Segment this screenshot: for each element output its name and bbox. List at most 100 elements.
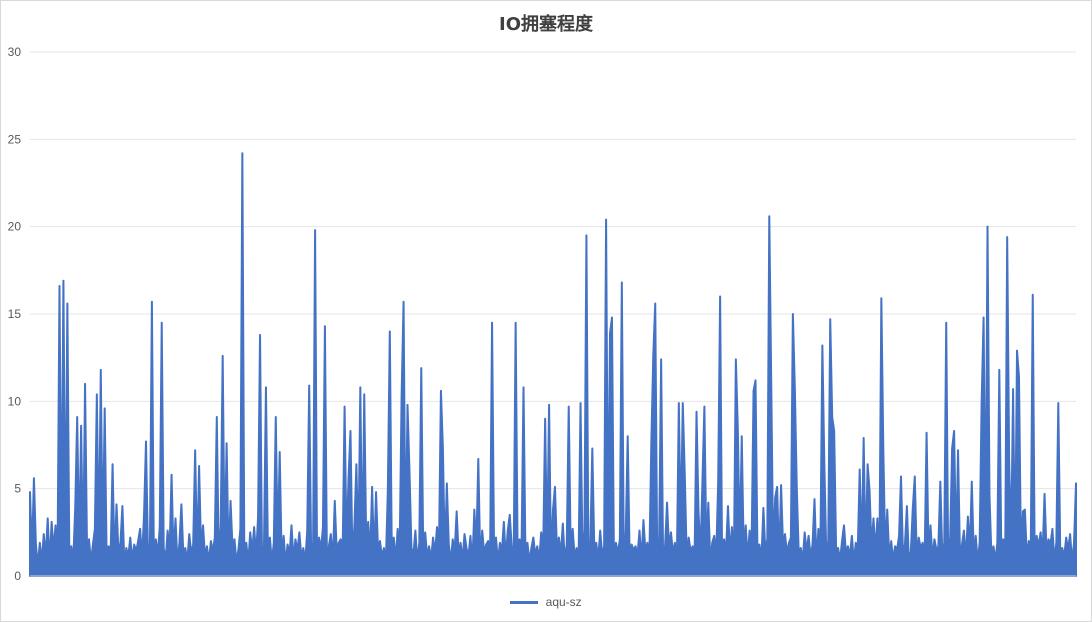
data-point <box>331 561 334 563</box>
series-area <box>29 152 1077 577</box>
data-point <box>990 555 993 558</box>
data-point <box>257 515 259 518</box>
data-point <box>711 542 714 544</box>
data-point <box>506 529 509 532</box>
data-point <box>215 416 218 418</box>
data-point <box>915 555 918 558</box>
data-point <box>866 463 869 466</box>
data-point <box>349 430 352 432</box>
data-point <box>1026 555 1028 558</box>
data-point <box>972 554 975 556</box>
data-point <box>550 561 552 563</box>
data-point <box>691 545 694 548</box>
data-point <box>723 538 725 541</box>
data-point <box>1024 508 1026 511</box>
data-point <box>88 538 90 541</box>
data-point <box>910 550 912 553</box>
data-point <box>333 500 336 502</box>
data-point <box>658 536 660 539</box>
data-point <box>886 508 889 511</box>
data-point <box>628 559 631 562</box>
data-point <box>1057 402 1060 404</box>
data-point <box>1069 533 1071 535</box>
data-point <box>654 302 657 305</box>
legend: aqu-sz <box>0 595 1092 609</box>
data-point <box>473 508 476 511</box>
data-point <box>660 358 662 361</box>
data-point <box>664 545 666 548</box>
data-point <box>599 529 601 532</box>
data-point <box>894 545 896 548</box>
data-point <box>312 542 314 544</box>
y-tick-label: 15 <box>8 307 22 321</box>
data-point <box>44 555 47 558</box>
data-point <box>347 477 350 479</box>
data-point <box>668 547 670 549</box>
data-point <box>737 428 739 431</box>
data-point <box>280 557 283 560</box>
data-point <box>164 559 167 562</box>
data-point <box>565 543 568 546</box>
data-point <box>447 543 450 546</box>
data-point <box>642 519 645 521</box>
data-point <box>111 463 114 466</box>
data-point <box>101 549 104 551</box>
data-point <box>361 562 364 565</box>
data-point <box>103 407 106 410</box>
data-point <box>324 325 326 328</box>
data-point <box>50 521 53 523</box>
data-point <box>56 559 59 562</box>
data-point <box>420 367 423 369</box>
data-point <box>402 300 405 303</box>
data-point <box>963 529 965 532</box>
data-point <box>564 559 566 562</box>
data-point <box>1028 540 1030 542</box>
data-point <box>528 561 531 563</box>
data-point <box>593 549 596 551</box>
data-point <box>1065 536 1067 539</box>
data-point <box>902 554 904 556</box>
data-point <box>601 554 603 556</box>
data-point <box>70 545 73 548</box>
data-point <box>365 543 368 546</box>
data-point <box>86 547 88 549</box>
data-point <box>80 424 82 427</box>
data-point <box>46 517 49 520</box>
data-point <box>72 559 75 562</box>
data-point <box>937 545 940 548</box>
data-point <box>974 535 977 537</box>
y-axis-tick-labels: 0 5 10 15 20 25 30 <box>8 45 22 583</box>
data-point <box>965 559 967 562</box>
data-point <box>92 543 94 546</box>
data-point <box>477 458 480 460</box>
data-point <box>823 463 826 466</box>
data-point <box>994 559 997 562</box>
data-point <box>41 561 43 563</box>
data-point <box>343 405 346 408</box>
data-point <box>558 536 560 539</box>
data-point <box>151 300 153 303</box>
data-point <box>129 536 132 539</box>
data-point <box>699 554 702 556</box>
data-point <box>735 358 737 361</box>
data-point <box>870 547 873 549</box>
data-point <box>1059 552 1062 555</box>
data-point <box>1035 535 1038 537</box>
data-point <box>705 549 708 551</box>
data-point <box>471 562 474 565</box>
data-point <box>371 486 373 488</box>
data-point <box>178 542 181 544</box>
data-point <box>839 559 841 562</box>
data-point <box>300 555 303 558</box>
data-point <box>259 334 261 336</box>
data-point <box>326 555 328 558</box>
data-point <box>693 559 696 562</box>
data-point <box>520 549 523 551</box>
data-point <box>729 554 731 556</box>
data-point <box>805 550 808 553</box>
data-point <box>440 390 442 392</box>
data-point <box>947 561 949 563</box>
data-point <box>662 559 664 562</box>
data-point <box>497 561 499 563</box>
data-point <box>302 547 305 549</box>
